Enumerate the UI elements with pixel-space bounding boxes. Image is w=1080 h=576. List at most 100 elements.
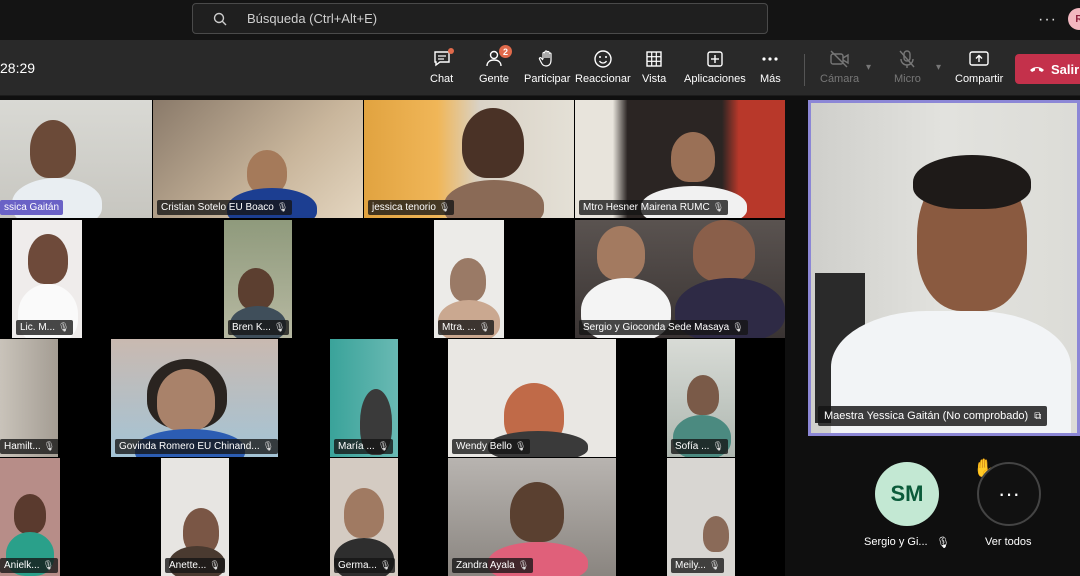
participant-tile[interactable]: Anette... 🎙 xyxy=(161,458,229,576)
grid-view-icon xyxy=(644,48,664,70)
title-bar: Búsqueda (Ctrl+Alt+E) ··· R xyxy=(0,0,1080,40)
participant-name-tag: Mtra. ... 🎙 xyxy=(438,320,495,335)
view-all-label: Ver todos xyxy=(985,536,1032,548)
more-button[interactable]: Más xyxy=(760,48,781,85)
participant-tile[interactable]: Meily... 🎙 xyxy=(667,458,735,576)
unverified-icon: ⧉ xyxy=(1034,410,1042,422)
view-button[interactable]: Vista xyxy=(642,48,666,85)
share-label: Compartir xyxy=(955,73,1004,85)
spotlight-name-tag: Maestra Yessica Gaitán (No comprobado) ⧉ xyxy=(818,406,1048,426)
participant-tile[interactable]: ssica Gaitán xyxy=(0,100,152,218)
mic-icon: 🎙 xyxy=(377,441,390,451)
mic-label: Micro xyxy=(894,73,921,85)
people-button[interactable]: 2 Gente xyxy=(479,45,512,85)
mic-icon: 🎙 xyxy=(262,441,275,451)
mic-icon: 🎙 xyxy=(708,560,721,570)
phone-hangup-icon xyxy=(1029,62,1045,77)
participate-label: Participar xyxy=(524,73,571,85)
chat-icon xyxy=(432,48,454,70)
meeting-toolbar: 28:29 Chat 2 Gente Participar Reaccionar… xyxy=(0,40,1080,96)
mic-icon: 🎙 xyxy=(514,441,527,451)
participant-tile[interactable]: Sergio y Gioconda Sede Masaya 🎙 xyxy=(575,220,785,338)
video-grid: ssica Gaitán Cristian Sotelo EU Boaco 🎙 j… xyxy=(0,100,785,576)
raise-hand-icon xyxy=(537,48,557,70)
participant-tile[interactable]: Cristian Sotelo EU Boaco 🎙 xyxy=(153,100,363,218)
search-placeholder: Búsqueda (Ctrl+Alt+E) xyxy=(247,11,378,26)
participant-tile[interactable]: Lic. M... 🎙 xyxy=(12,220,82,338)
mic-icon: 🎙 xyxy=(273,322,286,332)
chat-button[interactable]: Chat xyxy=(430,48,454,85)
mic-icon: 🎙 xyxy=(712,202,725,212)
user-avatar[interactable]: R xyxy=(1068,8,1080,30)
participant-name-tag: Lic. M... 🎙 xyxy=(16,320,74,335)
apps-label: Aplicaciones xyxy=(684,73,746,85)
smiley-icon xyxy=(593,48,613,70)
participant-tile[interactable]: Hamilt... 🎙 xyxy=(0,339,58,457)
leave-label: Salir xyxy=(1051,61,1080,77)
participant-tile[interactable]: Germa... 🎙 xyxy=(330,458,398,576)
mic-options-chevron-icon[interactable]: ▾ xyxy=(936,62,941,73)
more-label: Más xyxy=(760,73,781,85)
search-icon xyxy=(213,12,227,26)
participant-tile[interactable]: Sofía ... 🎙 xyxy=(667,339,735,457)
mic-off-icon xyxy=(897,48,917,70)
more-icon xyxy=(760,48,780,70)
react-button[interactable]: Reaccionar xyxy=(575,48,631,85)
mic-icon: 🎙 xyxy=(42,560,55,570)
more-options-icon[interactable]: ··· xyxy=(1038,11,1057,29)
participant-tile[interactable]: Govinda Romero EU Chinand... 🎙 xyxy=(111,339,278,457)
participant-avatar-label: Sergio y Gi... xyxy=(864,536,928,548)
participant-name-tag: ssica Gaitán xyxy=(0,200,64,215)
participant-tile[interactable]: María ... 🎙 xyxy=(330,339,398,457)
unread-dot xyxy=(447,48,454,54)
spotlight-video[interactable]: Maestra Yessica Gaitán (No comprobado) ⧉ xyxy=(808,100,1080,436)
add-apps-icon xyxy=(705,48,725,70)
view-all-button[interactable]: ··· xyxy=(977,462,1041,526)
participant-name-tag: Bren K... 🎙 xyxy=(228,320,290,335)
participant-name-tag: Anette... 🎙 xyxy=(165,558,225,573)
participant-name-tag: Govinda Romero EU Chinand... 🎙 xyxy=(115,439,278,454)
participant-name-tag: Germa... 🎙 xyxy=(334,558,396,573)
participate-button[interactable]: Participar xyxy=(524,48,570,85)
toolbar-divider xyxy=(804,54,805,86)
mic-icon: 🎙 xyxy=(732,322,744,332)
participant-name-tag: María ... 🎙 xyxy=(334,439,394,454)
participant-avatar-sm[interactable]: SM xyxy=(875,462,939,526)
participant-name-tag: Mtro Hesner Mairena RUMC 🎙 xyxy=(579,200,729,215)
participant-tile[interactable]: Wendy Bello 🎙 xyxy=(448,339,616,457)
mic-icon: 🎙 xyxy=(379,560,392,570)
mic-icon: 🎙 xyxy=(438,202,451,212)
participant-name-tag: Wendy Bello 🎙 xyxy=(452,439,531,454)
mic-icon: 🎙 xyxy=(276,202,289,212)
react-label: Reaccionar xyxy=(575,73,631,85)
camera-options-chevron-icon[interactable]: ▾ xyxy=(866,62,871,73)
leave-button[interactable]: Salir xyxy=(1015,54,1080,84)
mic-muted-icon: 🎙 xyxy=(936,537,950,549)
participant-tile[interactable]: Bren K... 🎙 xyxy=(224,220,292,338)
meeting-timer: 28:29 xyxy=(0,60,36,76)
share-button[interactable]: Compartir xyxy=(955,48,1003,85)
participant-name-tag: Sofía ... 🎙 xyxy=(671,439,728,454)
participant-name-tag: jessica tenorio 🎙 xyxy=(368,200,455,215)
participant-name-tag: Cristian Sotelo EU Boaco 🎙 xyxy=(157,200,293,215)
participant-tile[interactable]: Mtro Hesner Mairena RUMC 🎙 xyxy=(575,100,785,218)
mic-button[interactable]: Micro xyxy=(894,48,921,85)
participant-tile[interactable]: jessica tenorio 🎙 xyxy=(364,100,574,218)
people-count-badge: 2 xyxy=(498,45,512,58)
search-box[interactable]: Búsqueda (Ctrl+Alt+E) xyxy=(192,3,768,34)
participant-name-tag: Zandra Ayala 🎙 xyxy=(452,558,534,573)
camera-label: Cámara xyxy=(820,73,860,85)
participant-name-tag: Hamilt... 🎙 xyxy=(0,439,58,454)
participant-name-tag: Anielk... 🎙 xyxy=(0,558,59,573)
camera-button[interactable]: Cámara xyxy=(820,48,859,85)
mic-icon: 🎙 xyxy=(43,441,56,451)
camera-off-icon xyxy=(829,48,851,70)
participant-tile[interactable]: Zandra Ayala 🎙 xyxy=(448,458,616,576)
mic-icon: 🎙 xyxy=(58,322,70,332)
mic-icon: 🎙 xyxy=(209,560,221,570)
share-screen-icon xyxy=(968,48,990,70)
participant-tile[interactable]: Anielk... 🎙 xyxy=(0,458,60,576)
mic-icon: 🎙 xyxy=(712,441,724,451)
participant-tile[interactable]: Mtra. ... 🎙 xyxy=(434,220,504,338)
apps-button[interactable]: Aplicaciones xyxy=(684,48,746,85)
